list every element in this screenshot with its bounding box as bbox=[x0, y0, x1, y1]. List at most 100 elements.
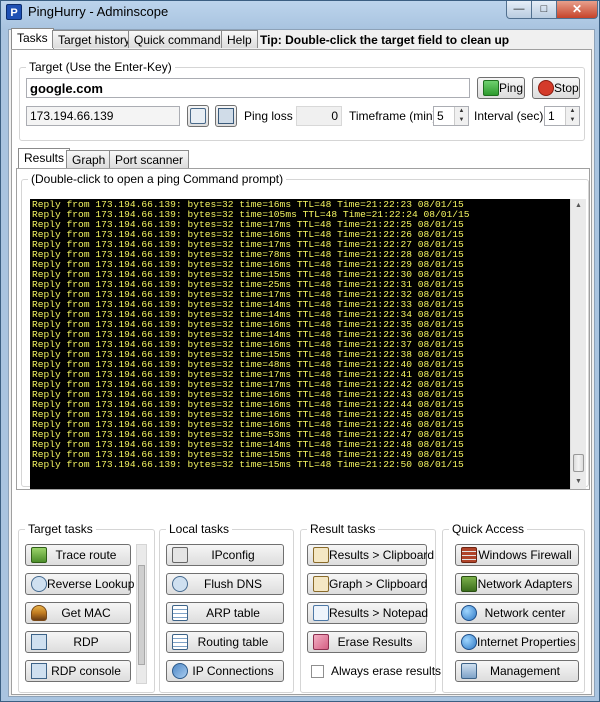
tab-results[interactable]: Results bbox=[18, 148, 71, 169]
reverse-lookup-button[interactable]: Reverse Lookup bbox=[25, 573, 135, 595]
local-tasks-label: Local tasks bbox=[166, 522, 233, 536]
interval-spin-arrows[interactable]: ▲ ▼ bbox=[565, 107, 579, 125]
results-hint: (Double-click to open a ping Command pro… bbox=[28, 172, 287, 186]
flush-dns-button[interactable]: Flush DNS bbox=[166, 573, 284, 595]
results-to-notepad-button[interactable]: Results > Notepad bbox=[307, 602, 429, 624]
ip-connections-button[interactable]: IP Connections bbox=[166, 660, 284, 682]
management-label: Management bbox=[489, 664, 561, 678]
internet-properties-button[interactable]: Internet Properties bbox=[455, 631, 579, 653]
always-erase-label: Always erase results bbox=[331, 664, 442, 678]
quick-access-group: Quick Access Windows Firewall Network Ad… bbox=[442, 522, 585, 693]
ping-loss-label: Ping loss bbox=[244, 109, 293, 123]
scroll-down-arrow[interactable]: ▼ bbox=[571, 475, 586, 489]
trace-route-button[interactable]: Trace route bbox=[25, 544, 131, 566]
clipboard-icon bbox=[313, 576, 329, 592]
network-center-button[interactable]: Network center bbox=[455, 602, 579, 624]
ping-button-label: Ping bbox=[499, 81, 524, 95]
graph-to-clipboard-button[interactable]: Graph > Clipboard bbox=[307, 573, 427, 595]
target-input[interactable] bbox=[26, 78, 470, 98]
ipconfig-label: IPconfig bbox=[211, 548, 255, 562]
target-tasks-scroll-thumb[interactable] bbox=[138, 565, 145, 665]
trace-route-icon bbox=[31, 547, 47, 563]
globe-icon bbox=[461, 605, 477, 621]
network-adapter-icon bbox=[461, 576, 477, 592]
target-tasks-scrollbar[interactable] bbox=[136, 544, 147, 684]
rdp-console-label: RDP console bbox=[51, 664, 121, 678]
results-to-clipboard-label: Results > Clipboard bbox=[329, 548, 435, 562]
internet-icon bbox=[461, 634, 477, 650]
dns-icon bbox=[172, 576, 188, 592]
tab-graph[interactable]: Graph bbox=[66, 150, 112, 168]
ping-button[interactable]: Ping bbox=[477, 77, 525, 99]
scroll-up-arrow[interactable]: ▲ bbox=[571, 199, 586, 213]
console-scrollbar[interactable]: ▲ ▼ bbox=[570, 199, 586, 489]
tab-quick-commands[interactable]: Quick commands bbox=[128, 30, 233, 48]
reverse-lookup-label: Reverse Lookup bbox=[47, 577, 135, 591]
routing-table-button[interactable]: Routing table bbox=[166, 631, 284, 653]
local-tasks-group: Local tasks IPconfig Flush DNS ARP table… bbox=[159, 522, 294, 693]
result-tasks-group: Result tasks Results > Clipboard Graph >… bbox=[300, 522, 441, 693]
eraser-icon bbox=[313, 634, 329, 650]
ipconfig-button[interactable]: IPconfig bbox=[166, 544, 284, 566]
stop-button-label: Stop bbox=[554, 81, 579, 95]
network-adapters-label: Network Adapters bbox=[477, 577, 573, 591]
dns-icon bbox=[31, 576, 47, 592]
tab-help[interactable]: Help bbox=[221, 30, 258, 48]
network-adapters-button[interactable]: Network Adapters bbox=[455, 573, 579, 595]
minimize-button[interactable]: — bbox=[506, 1, 532, 19]
results-to-clipboard-button[interactable]: Results > Clipboard bbox=[307, 544, 434, 566]
computer-icon bbox=[31, 634, 47, 650]
ping-output-line: Reply from 173.194.66.139: bytes=32 time… bbox=[32, 459, 464, 470]
firewall-icon bbox=[461, 547, 477, 563]
ping-loss-value: 0 bbox=[296, 106, 342, 126]
rdp-label: RDP bbox=[73, 635, 99, 649]
graph-to-clipboard-label: Graph > Clipboard bbox=[329, 577, 428, 591]
client-area: Tasks Target history Quick commands Help… bbox=[8, 28, 595, 697]
maximize-button[interactable]: □ bbox=[531, 1, 557, 19]
notepad-icon bbox=[313, 605, 329, 621]
table-icon bbox=[172, 605, 188, 621]
flush-dns-label: Flush DNS bbox=[203, 577, 262, 591]
target-group: Target (Use the Enter-Key) Ping Stop P bbox=[19, 60, 585, 141]
always-erase-checkbox[interactable] bbox=[311, 665, 324, 678]
title-bar[interactable]: P PingHurry - Adminscope — □ ✕ bbox=[1, 1, 599, 23]
target-tasks-label: Target tasks bbox=[25, 522, 96, 536]
results-to-notepad-label: Results > Notepad bbox=[329, 606, 429, 620]
tab-target-history[interactable]: Target history bbox=[52, 30, 137, 48]
internet-properties-label: Internet Properties bbox=[477, 635, 576, 649]
get-mac-label: Get MAC bbox=[61, 606, 111, 620]
routing-table-label: Routing table bbox=[197, 635, 269, 649]
management-icon bbox=[461, 663, 477, 679]
network-monitor-button[interactable] bbox=[215, 105, 237, 127]
interval-spinner[interactable]: 1 ▲ ▼ bbox=[544, 106, 580, 126]
monitor-icon bbox=[218, 108, 234, 124]
timeframe-spin-arrows[interactable]: ▲ ▼ bbox=[454, 107, 468, 125]
window-title: PingHurry - Adminscope bbox=[28, 4, 169, 19]
get-mac-button[interactable]: Get MAC bbox=[25, 602, 131, 624]
erase-results-button[interactable]: Erase Results bbox=[307, 631, 427, 653]
rdp-console-button[interactable]: RDP console bbox=[25, 660, 131, 682]
connections-icon bbox=[172, 663, 188, 679]
calculator-button[interactable] bbox=[187, 105, 209, 127]
network-center-label: Network center bbox=[484, 606, 566, 620]
windows-firewall-button[interactable]: Windows Firewall bbox=[455, 544, 579, 566]
management-button[interactable]: Management bbox=[455, 660, 579, 682]
stop-button[interactable]: Stop bbox=[532, 77, 580, 99]
arp-table-button[interactable]: ARP table bbox=[166, 602, 284, 624]
tab-port-scanner[interactable]: Port scanner bbox=[109, 150, 190, 168]
quick-access-label: Quick Access bbox=[449, 522, 528, 536]
app-icon: P bbox=[6, 4, 22, 20]
tab-tasks[interactable]: Tasks bbox=[11, 28, 54, 49]
close-button[interactable]: ✕ bbox=[556, 1, 598, 19]
timeframe-value: 5 bbox=[437, 109, 444, 123]
burger-icon bbox=[31, 605, 47, 621]
timeframe-label: Timeframe (min) bbox=[349, 109, 437, 123]
scroll-thumb[interactable] bbox=[573, 454, 584, 472]
ping-output-console[interactable]: Reply from 173.194.66.139: bytes=32 time… bbox=[30, 199, 570, 489]
ip-connections-label: IP Connections bbox=[192, 664, 274, 678]
interval-value: 1 bbox=[548, 109, 555, 123]
calculator-icon bbox=[190, 108, 206, 124]
timeframe-spinner[interactable]: 5 ▲ ▼ bbox=[433, 106, 469, 126]
ping-icon bbox=[483, 80, 499, 96]
rdp-button[interactable]: RDP bbox=[25, 631, 131, 653]
